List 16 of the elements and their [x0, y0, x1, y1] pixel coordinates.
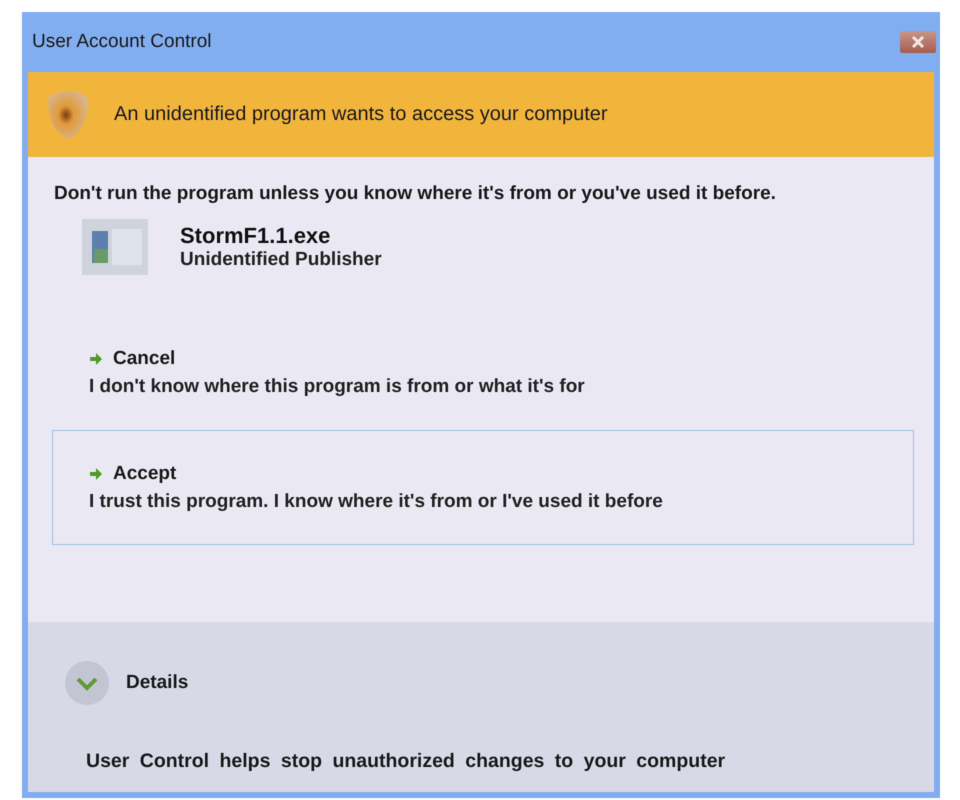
- details-button[interactable]: Details: [64, 660, 188, 706]
- publisher-name: Unidentified Publisher: [180, 249, 382, 271]
- footer-text: User Control helps stop unauthorized changes to your computer: [86, 750, 726, 773]
- program-icon: [82, 219, 148, 275]
- warning-text: Don't run the program unless you know where it's from or you've used it before.: [54, 182, 777, 206]
- close-button[interactable]: [900, 31, 936, 53]
- banner-text: An unidentified program wants to access your computer: [114, 103, 608, 126]
- arrow-icon: [89, 466, 103, 480]
- option-button[interactable]: Accept I trust this program. I know where it's from or I've used it before: [52, 430, 914, 545]
- shield-icon: [46, 88, 90, 140]
- arrow-icon: [89, 352, 103, 366]
- option-button[interactable]: Cancel I don't know where this program is from or what it's for: [52, 315, 914, 430]
- close-icon: [911, 36, 925, 48]
- chevron-down-icon: [64, 660, 110, 706]
- program-name: StormF1.1.exe: [180, 223, 332, 249]
- window-title: User Account Control: [31, 31, 212, 53]
